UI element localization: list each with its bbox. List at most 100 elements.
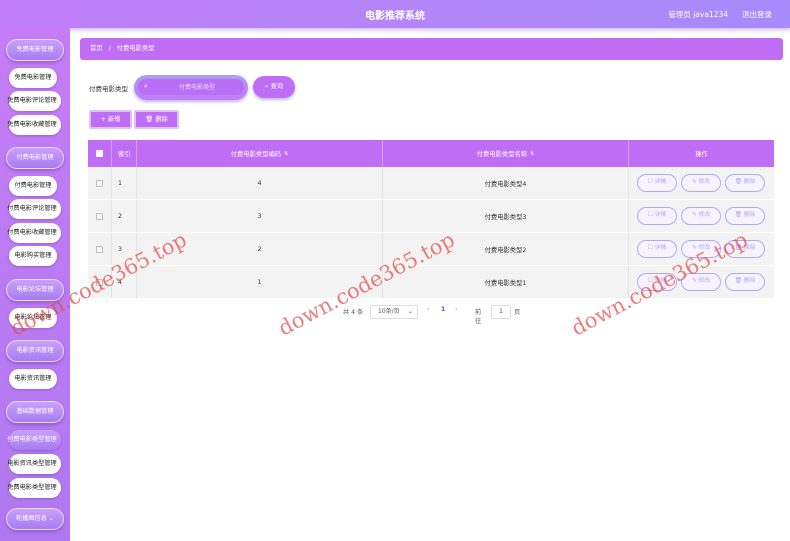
menu-item-paid-movie-comment[interactable]: 付费电影评论管理 <box>7 199 61 219</box>
menu-group-paid-movie[interactable]: 付费电影管理 <box>6 147 64 169</box>
trash-icon: 🗑 <box>145 116 154 123</box>
search-label: 付费电影类型 <box>89 85 128 93</box>
row-delete-button[interactable]: 🗑 删除 <box>725 174 765 192</box>
header-name[interactable]: 付费电影类型名称 ⇅ <box>383 140 629 167</box>
goto-page-input[interactable]: 1 <box>491 305 511 319</box>
search-input[interactable] <box>154 81 240 93</box>
row-delete-button-label: 删除 <box>743 278 756 284</box>
detail-icon: ☐ <box>647 179 653 185</box>
goto-label: 前往 <box>475 309 482 325</box>
menu-item-news[interactable]: 电影资讯管理 <box>9 369 57 389</box>
row-index: 1 <box>112 167 137 199</box>
data-table: 索引 付费电影类型编码 ⇅ 付费电影类型名称 ⇅ 操作 1 4 付费电影类型4 ☐ 详情 ✎… <box>88 140 774 299</box>
trash-icon: 🗑 <box>734 179 742 185</box>
search-field: ⌕ <box>138 79 244 95</box>
detail-icon: ☐ <box>647 212 653 218</box>
edit-icon: ✎ <box>691 245 697 251</box>
prev-page-icon[interactable]: ‹ <box>427 306 429 313</box>
menu-group-news[interactable]: 电影资讯管理 <box>6 340 64 362</box>
search-icon: ⌕ <box>264 83 269 90</box>
menu-item-free-movie[interactable]: 免费电影管理 <box>9 68 57 88</box>
detail-button[interactable]: ☐ 详情 <box>637 207 677 225</box>
edit-button[interactable]: ✎ 修改 <box>681 273 721 291</box>
breadcrumb-home[interactable]: 首页 <box>90 45 103 52</box>
row-code: 4 <box>137 167 383 199</box>
edit-button[interactable]: ✎ 修改 <box>681 207 721 225</box>
menu-group-free-movie[interactable]: 免费电影管理 <box>6 39 64 61</box>
row-select-cell <box>88 233 112 265</box>
detail-button-label: 详情 <box>654 179 667 185</box>
header-index: 索引 <box>112 140 137 167</box>
row-select-cell <box>88 167 112 199</box>
edit-button[interactable]: ✎ 修改 <box>681 240 721 258</box>
row-code: 1 <box>137 266 383 298</box>
header-code-label: 付费电影类型编码 <box>230 151 282 158</box>
edit-button-label: 修改 <box>698 179 711 185</box>
row-select-cell <box>88 200 112 232</box>
table-row: 2 3 付费电影类型3 ☐ 详情 ✎ 修改 🗑 删除 <box>88 200 774 233</box>
page-suffix: 页 <box>514 309 521 316</box>
page-number[interactable]: 1 <box>441 306 445 313</box>
add-button[interactable]: + 新增 <box>89 110 132 129</box>
menu-item-free-movie-comment[interactable]: 免费电影评论管理 <box>7 91 61 111</box>
row-code: 3 <box>137 200 383 232</box>
trash-icon: 🗑 <box>734 245 742 251</box>
menu-group-base-data[interactable]: 基础数据管理 <box>6 401 64 423</box>
detail-button[interactable]: ☐ 详情 <box>637 273 677 291</box>
menu-group-carousel[interactable]: 轮播图信息 ⌄ <box>6 508 64 530</box>
menu-item-forum[interactable]: 电影论坛管理 <box>9 308 57 328</box>
row-checkbox[interactable] <box>96 212 103 220</box>
chevron-down-icon: ⌄ <box>407 308 413 315</box>
menu-item-movie-purchase[interactable]: 电影购买管理 <box>9 246 57 266</box>
row-index: 3 <box>112 233 137 265</box>
pagination-total: 共 4 条 <box>343 309 364 316</box>
breadcrumb-separator: / <box>108 45 111 52</box>
sort-icon[interactable]: ⇅ <box>284 151 288 157</box>
table-row: 4 1 付费电影类型1 ☐ 详情 ✎ 修改 🗑 删除 <box>88 266 774 299</box>
next-page-icon[interactable]: › <box>455 306 457 313</box>
chevron-down-icon: ⌄ <box>48 515 55 522</box>
search-icon: ⌕ <box>144 82 148 90</box>
menu-item-paid-movie-type[interactable]: 付费电影类型管理 <box>7 430 61 450</box>
detail-button[interactable]: ☐ 详情 <box>637 240 677 258</box>
header-operations: 操作 <box>695 151 708 158</box>
row-index: 4 <box>112 266 137 298</box>
row-code: 2 <box>137 233 383 265</box>
row-operations: ☐ 详情 ✎ 修改 🗑 删除 <box>629 233 774 265</box>
search-field-wrapper: ⌕ <box>134 75 248 100</box>
row-checkbox[interactable] <box>96 245 103 253</box>
trash-icon: 🗑 <box>734 278 742 284</box>
detail-button[interactable]: ☐ 详情 <box>637 174 677 192</box>
menu-item-free-movie-type[interactable]: 免费电影类型管理 <box>7 478 61 498</box>
search-button[interactable]: ⌕ 查询 <box>253 76 295 98</box>
edit-button-label: 修改 <box>698 212 711 218</box>
row-delete-button[interactable]: 🗑 删除 <box>725 207 765 225</box>
edit-button-label: 修改 <box>698 278 711 284</box>
row-delete-button[interactable]: 🗑 删除 <box>725 273 765 291</box>
search-button-label: 查询 <box>270 83 284 90</box>
delete-button[interactable]: 🗑 删除 <box>134 110 179 129</box>
logout-link[interactable]: 退出登录 <box>742 9 772 20</box>
row-delete-button[interactable]: 🗑 删除 <box>725 240 765 258</box>
sort-icon[interactable]: ⇅ <box>530 151 534 157</box>
menu-item-news-type[interactable]: 电影资讯类型管理 <box>7 454 61 474</box>
edit-button[interactable]: ✎ 修改 <box>681 174 721 192</box>
menu-group-forum[interactable]: 电影论坛管理 <box>6 279 64 301</box>
row-checkbox[interactable] <box>96 278 103 286</box>
row-checkbox[interactable] <box>96 179 103 187</box>
edit-icon: ✎ <box>691 179 697 185</box>
top-bar: 电影推荐系统 管理员 java1234 退出登录 <box>0 0 790 28</box>
row-delete-button-label: 删除 <box>743 212 756 218</box>
row-index: 2 <box>112 200 137 232</box>
detail-button-label: 详情 <box>654 212 667 218</box>
menu-item-paid-movie[interactable]: 付费电影管理 <box>9 176 57 196</box>
row-name: 付费电影类型1 <box>383 266 629 298</box>
select-all-checkbox[interactable] <box>96 150 103 157</box>
menu-item-free-movie-favorite[interactable]: 免费电影收藏管理 <box>7 115 61 135</box>
row-operations: ☐ 详情 ✎ 修改 🗑 删除 <box>629 266 774 298</box>
header-code[interactable]: 付费电影类型编码 ⇅ <box>137 140 383 167</box>
header-select-cell <box>88 140 112 167</box>
edit-icon: ✎ <box>691 278 697 284</box>
page-size-select[interactable]: 10条/页 ⌄ <box>370 305 418 319</box>
menu-item-paid-movie-favorite[interactable]: 付费电影收藏管理 <box>7 223 61 243</box>
